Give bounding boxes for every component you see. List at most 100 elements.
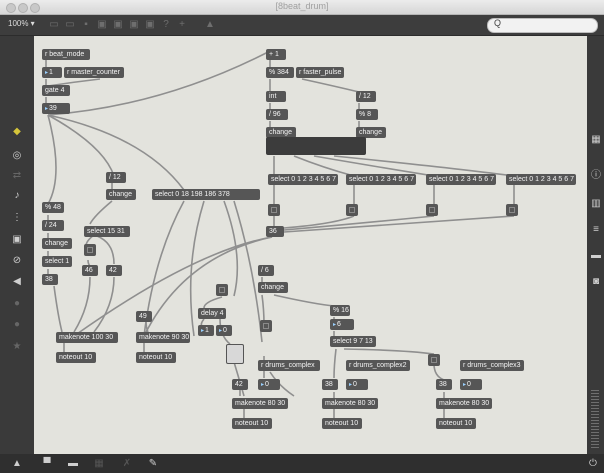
object-select-15-31[interactable]: select 15 31 (84, 226, 130, 237)
object-div-12-left[interactable]: / 12 (106, 172, 126, 183)
debug-icon[interactable]: ✗ (120, 458, 134, 470)
arrow-left-icon[interactable]: ◀ (10, 276, 24, 288)
camera-icon[interactable]: ◙ (589, 276, 603, 288)
list-icon[interactable]: ≡ (589, 224, 603, 236)
object-noteout-b[interactable]: noteout 10 (136, 352, 176, 363)
bang-8[interactable] (428, 354, 440, 366)
object-change-l2[interactable]: change (42, 238, 72, 249)
cube-icon[interactable]: ◆ (10, 126, 24, 138)
star-icon[interactable]: ★ (10, 341, 24, 353)
number-box-1[interactable]: 1 (42, 67, 62, 78)
object-change-left[interactable]: change (106, 189, 136, 200)
clip-icon[interactable]: ⊘ (10, 255, 24, 267)
number-box-0a[interactable]: 0 (216, 325, 232, 336)
object-gate-4[interactable]: gate 4 (42, 85, 70, 96)
object-change-mid[interactable]: change (258, 282, 288, 293)
object-select-4[interactable]: select 0 1 2 3 4 5 6 7 (506, 174, 576, 185)
number-box-39[interactable]: 39 (42, 103, 70, 114)
bang-1[interactable] (268, 204, 280, 216)
object-makenote-100[interactable]: makenote 100 30 (56, 332, 118, 343)
number-box-38a[interactable]: 38 (42, 274, 58, 285)
object-select-1-left[interactable]: select 1 (42, 256, 72, 267)
number-box-6[interactable]: 6 (330, 319, 354, 330)
lock-edit-icon[interactable]: ▭ (48, 19, 60, 30)
bang-5[interactable] (84, 244, 96, 256)
object-div-24[interactable]: / 24 (42, 220, 64, 231)
object-div-12-top[interactable]: / 12 (356, 91, 376, 102)
object-noteout-c[interactable]: noteout 10 (232, 418, 272, 429)
object-int[interactable]: int (266, 91, 286, 102)
object-select-1[interactable]: select 0 1 2 3 4 5 6 7 (268, 174, 338, 185)
number-box-46[interactable]: 46 (82, 265, 98, 276)
number-box-38b[interactable]: 38 (322, 379, 338, 390)
grid-view-icon[interactable]: ▦ (589, 134, 603, 146)
number-box-49[interactable]: 49 (136, 311, 152, 322)
object-mod-8[interactable]: % 8 (356, 109, 378, 120)
object-mod-384[interactable]: % 384 (266, 67, 294, 78)
object-noteout-e[interactable]: noteout 10 (436, 418, 476, 429)
step-icon[interactable]: ⋮ (10, 212, 24, 224)
object-noteout-a[interactable]: noteout 10 (56, 352, 96, 363)
patcher-canvas[interactable]: r beat_mode 1 r master_counter gate 4 39… (34, 36, 587, 454)
help-icon[interactable]: ? (160, 19, 172, 30)
object-select-big[interactable]: select 0 18 198 186 378 (152, 189, 260, 200)
object-makenote-80b[interactable]: makenote 80 30 (322, 398, 378, 409)
matrix-grid[interactable] (266, 137, 366, 155)
number-box-42a[interactable]: 42 (106, 265, 122, 276)
object-makenote-80a[interactable]: makenote 80 30 (232, 398, 288, 409)
target-icon[interactable]: ◎ (10, 150, 24, 162)
panel-icon[interactable]: ▬ (589, 250, 603, 262)
number-box-38c[interactable]: 38 (436, 379, 452, 390)
grid-icon[interactable]: ▣ (96, 19, 108, 30)
bang-7[interactable] (260, 320, 272, 332)
book-icon[interactable]: ▥ (589, 198, 603, 210)
object-r-drums-complex2[interactable]: r drums_complex2 (346, 360, 410, 371)
p-icon[interactable]: ● (10, 298, 24, 310)
lock-icon[interactable]: ▲ (204, 19, 216, 30)
object-r-master-counter[interactable]: r master_counter (64, 67, 124, 78)
number-box-1b[interactable]: 1 (198, 325, 214, 336)
object-mod-16[interactable]: % 16 (330, 305, 350, 316)
comment-icon[interactable]: ▪ (80, 19, 92, 30)
bang-6[interactable] (216, 284, 228, 296)
swap-icon[interactable]: ⇄ (10, 170, 24, 182)
info-icon[interactable]: ⓘ (589, 170, 603, 182)
number-box-0d[interactable]: 0 (460, 379, 482, 390)
object-div-96[interactable]: / 96 (266, 109, 288, 120)
object-r-drums-complex[interactable]: r drums_complex (258, 360, 320, 371)
number-box-0c[interactable]: 0 (346, 379, 368, 390)
object-select-3[interactable]: select 0 1 2 3 4 5 6 7 (426, 174, 496, 185)
power-icon[interactable]: ⏻ (586, 458, 600, 470)
new-object-icon[interactable]: ▣ (128, 19, 140, 30)
object-select-9-7-13[interactable]: select 9 7 13 (330, 336, 376, 347)
object-plus-1[interactable]: + 1 (266, 49, 286, 60)
number-box-42b[interactable]: 42 (232, 379, 248, 390)
bang-2[interactable] (346, 204, 358, 216)
object-select-2[interactable]: select 0 1 2 3 4 5 6 7 (346, 174, 416, 185)
search-input[interactable]: Q (487, 18, 598, 33)
presentation-toggle-icon[interactable]: ▬ (66, 458, 80, 470)
bang-4[interactable] (506, 204, 518, 216)
music-note-icon[interactable]: ♪ (10, 190, 24, 202)
object-r-beat-mode[interactable]: r beat_mode (42, 49, 90, 60)
zoom-menu[interactable]: 100% ▾ (8, 19, 35, 28)
object-makenote-90[interactable]: makenote 90 30 (136, 332, 190, 343)
grid-toggle-icon[interactable]: ▦ (92, 458, 106, 470)
wrench-icon[interactable]: ✎ (146, 458, 160, 470)
number-box-0b[interactable]: 0 (258, 379, 280, 390)
align-icon[interactable]: ▣ (144, 19, 156, 30)
toggle-box[interactable] (226, 344, 244, 364)
add-icon[interactable]: + (176, 19, 188, 30)
object-delay-4[interactable]: delay 4 (198, 308, 226, 319)
object-r-drums-complex3[interactable]: r drums_complex3 (460, 360, 524, 371)
lock-icon-bottom[interactable]: ▲ (10, 458, 24, 470)
presentation-icon[interactable]: ▭ (64, 19, 76, 30)
snap-icon[interactable]: ▣ (112, 19, 124, 30)
object-noteout-d[interactable]: noteout 10 (322, 418, 362, 429)
circle-icon[interactable]: ● (10, 319, 24, 331)
object-mod-48[interactable]: % 48 (42, 202, 64, 213)
object-r-faster-pulse[interactable]: r faster_pulse (296, 67, 344, 78)
number-box-36[interactable]: 36 (266, 226, 284, 237)
object-makenote-80c[interactable]: makenote 80 30 (436, 398, 492, 409)
bang-3[interactable] (426, 204, 438, 216)
